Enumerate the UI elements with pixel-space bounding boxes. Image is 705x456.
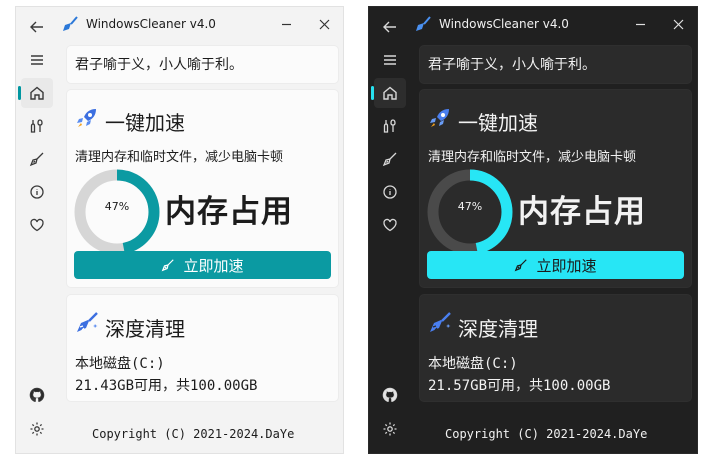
app-logo-icon	[63, 16, 78, 31]
disk-space-info: 21.57GB可用，共100.00GB	[428, 378, 611, 394]
hamburger-menu-icon	[384, 55, 396, 65]
app-title: WindowsCleaner v4.0	[439, 17, 569, 31]
motto-card: 君子喻于义，小人喻于利。	[66, 45, 339, 84]
copyright-text: Copyright (C) 2021-2024.DaYe	[445, 427, 648, 441]
deep-clean-title: 深度清理	[105, 317, 185, 341]
boost-card: 一键加速 清理内存和临时文件，减少电脑卡顿 47% 内存占用 立即加速	[419, 89, 692, 288]
minimize-icon	[635, 23, 645, 25]
minimize-button[interactable]	[631, 15, 649, 33]
nav-settings-button[interactable]	[374, 414, 406, 444]
disk-space-info: 21.43GB可用，共100.00GB	[75, 378, 258, 394]
nav-menu-button[interactable]	[21, 45, 53, 75]
app-title: WindowsCleaner v4.0	[86, 17, 216, 31]
disk-name: 本地磁盘(C:)	[428, 356, 518, 372]
dark-window: WindowsCleaner v4.0 君子喻于义，小人喻于利。 一键加速 清理…	[368, 6, 698, 454]
boost-title: 一键加速	[105, 111, 185, 135]
deep-clean-card: 深度清理 本地磁盘(C:) 21.57GB可用，共100.00GB	[419, 294, 692, 402]
nav-tools-button[interactable]	[374, 111, 406, 141]
nav-menu-button[interactable]	[374, 45, 406, 75]
back-arrow-icon	[383, 21, 396, 33]
heart-icon	[30, 218, 44, 232]
gear-icon	[30, 422, 44, 436]
motto-text: 君子喻于义，小人喻于利。	[75, 57, 243, 73]
home-icon	[383, 86, 397, 100]
heart-icon	[383, 218, 397, 232]
info-icon	[383, 185, 397, 199]
nav-home-button[interactable]	[371, 78, 406, 108]
github-icon	[29, 387, 45, 402]
boost-title: 一键加速	[458, 111, 538, 135]
nav-clean-button[interactable]	[21, 144, 53, 174]
disk-name: 本地磁盘(C:)	[75, 356, 165, 372]
nav-github-button[interactable]	[374, 380, 406, 410]
minimize-icon	[281, 23, 291, 25]
boost-description: 清理内存和临时文件，减少电脑卡顿	[75, 150, 284, 165]
tools-icon	[383, 119, 396, 133]
back-arrow-icon	[30, 21, 43, 33]
nav-github-button[interactable]	[21, 380, 53, 410]
memory-percent: 47%	[457, 200, 483, 213]
accelerate-button-label: 立即加速	[183, 256, 244, 275]
app-logo-icon	[416, 16, 431, 31]
close-icon	[673, 19, 683, 29]
nav-info-button[interactable]	[21, 177, 53, 207]
nav-home-button[interactable]	[18, 78, 53, 108]
rocket-icon	[430, 109, 449, 127]
nav-back-button[interactable]	[21, 12, 53, 42]
close-button[interactable]	[315, 15, 333, 33]
nav-info-button[interactable]	[374, 177, 406, 207]
hamburger-menu-icon	[31, 55, 43, 65]
memory-percent: 47%	[104, 200, 130, 213]
rocket-icon	[77, 109, 96, 127]
title-bar: WindowsCleaner v4.0	[415, 15, 689, 37]
nav-back-button[interactable]	[374, 12, 406, 42]
navigation-sidebar	[16, 7, 58, 453]
title-bar: WindowsCleaner v4.0	[62, 15, 335, 37]
copyright-text: Copyright (C) 2021-2024.DaYe	[92, 427, 295, 441]
memory-usage-label: 内存占用	[165, 194, 293, 230]
deep-clean-card: 深度清理 本地磁盘(C:) 21.43GB可用，共100.00GB	[66, 294, 339, 402]
broom-icon	[382, 152, 397, 167]
broom-icon	[430, 312, 451, 332]
accelerate-button[interactable]: 立即加速	[74, 251, 331, 279]
deep-clean-title: 深度清理	[458, 317, 538, 341]
nav-settings-button[interactable]	[21, 414, 53, 444]
light-window: WindowsCleaner v4.0 君子喻于义，小人喻于利。 一键加速 清理…	[15, 6, 344, 454]
motto-text: 君子喻于义，小人喻于利。	[428, 57, 596, 73]
motto-card: 君子喻于义，小人喻于利。	[419, 45, 692, 84]
broom-icon	[29, 152, 44, 167]
broom-icon	[162, 259, 175, 272]
info-icon	[30, 185, 44, 199]
navigation-sidebar	[369, 7, 411, 453]
gear-icon	[383, 422, 397, 436]
github-icon	[382, 387, 398, 402]
broom-icon	[515, 259, 528, 272]
minimize-button[interactable]	[277, 15, 295, 33]
home-icon	[30, 86, 44, 100]
accelerate-button-label: 立即加速	[536, 256, 597, 275]
accelerate-button[interactable]: 立即加速	[427, 251, 684, 279]
nav-favorite-button[interactable]	[374, 210, 406, 240]
nav-clean-button[interactable]	[374, 144, 406, 174]
tools-icon	[30, 119, 43, 133]
boost-description: 清理内存和临时文件，减少电脑卡顿	[428, 150, 637, 165]
nav-tools-button[interactable]	[21, 111, 53, 141]
close-icon	[319, 19, 329, 29]
close-button[interactable]	[669, 15, 687, 33]
broom-icon	[77, 312, 98, 332]
memory-usage-label: 内存占用	[518, 194, 646, 230]
nav-favorite-button[interactable]	[21, 210, 53, 240]
boost-card: 一键加速 清理内存和临时文件，减少电脑卡顿 47% 内存占用 立即加速	[66, 89, 339, 288]
